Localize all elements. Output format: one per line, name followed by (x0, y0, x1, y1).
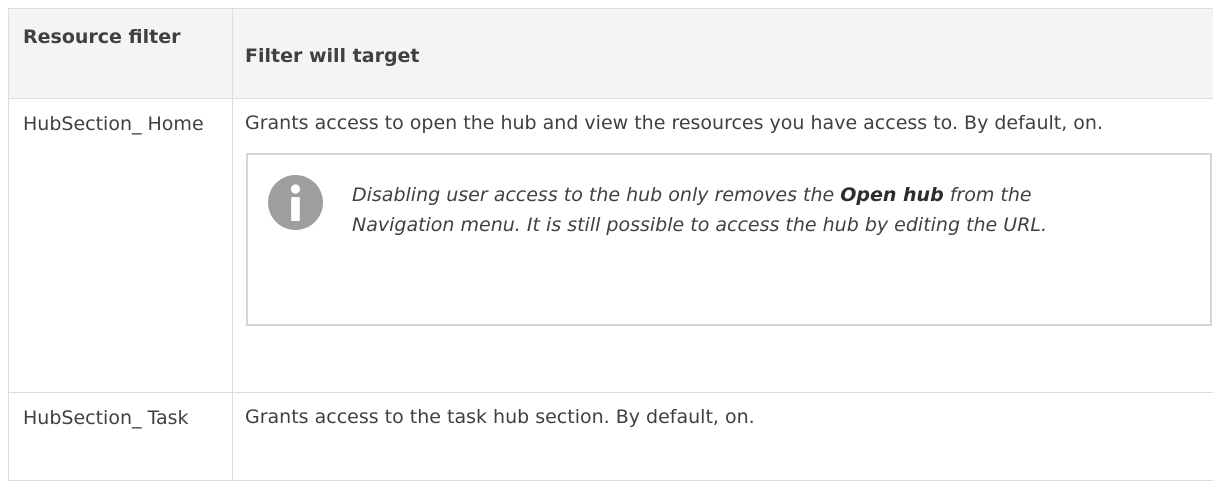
note-open-hub-bold: Open hub (840, 184, 944, 206)
info-icon (268, 175, 323, 230)
table-row: HubSection_ Home Grants access to open t… (8, 98, 1213, 393)
header-filter-will-target: Filter will target (232, 8, 1213, 99)
resource-cell: HubSection_ Task (8, 392, 233, 481)
description-text: Grants access to open the hub and view t… (245, 112, 1104, 134)
table-row: HubSection_ Task Grants access to the ta… (8, 392, 1213, 481)
table-header-row: Resource filter Filter will target (8, 8, 1213, 99)
note-text-before: Disabling user access to the hub only re… (352, 184, 841, 206)
note-text: Disabling user access to the hub only re… (352, 180, 1122, 240)
resource-filter-table: Resource filter Filter will target HubSe… (8, 8, 1213, 481)
resource-cell: HubSection_ Home (8, 98, 233, 393)
description-cell: Grants access to the task hub section. B… (232, 392, 1213, 481)
description-cell: Grants access to open the hub and view t… (232, 98, 1213, 393)
note-box: Disabling user access to the hub only re… (246, 153, 1212, 326)
description-text: Grants access to the task hub section. B… (245, 406, 755, 428)
header-resource-filter: Resource filter (8, 8, 233, 99)
